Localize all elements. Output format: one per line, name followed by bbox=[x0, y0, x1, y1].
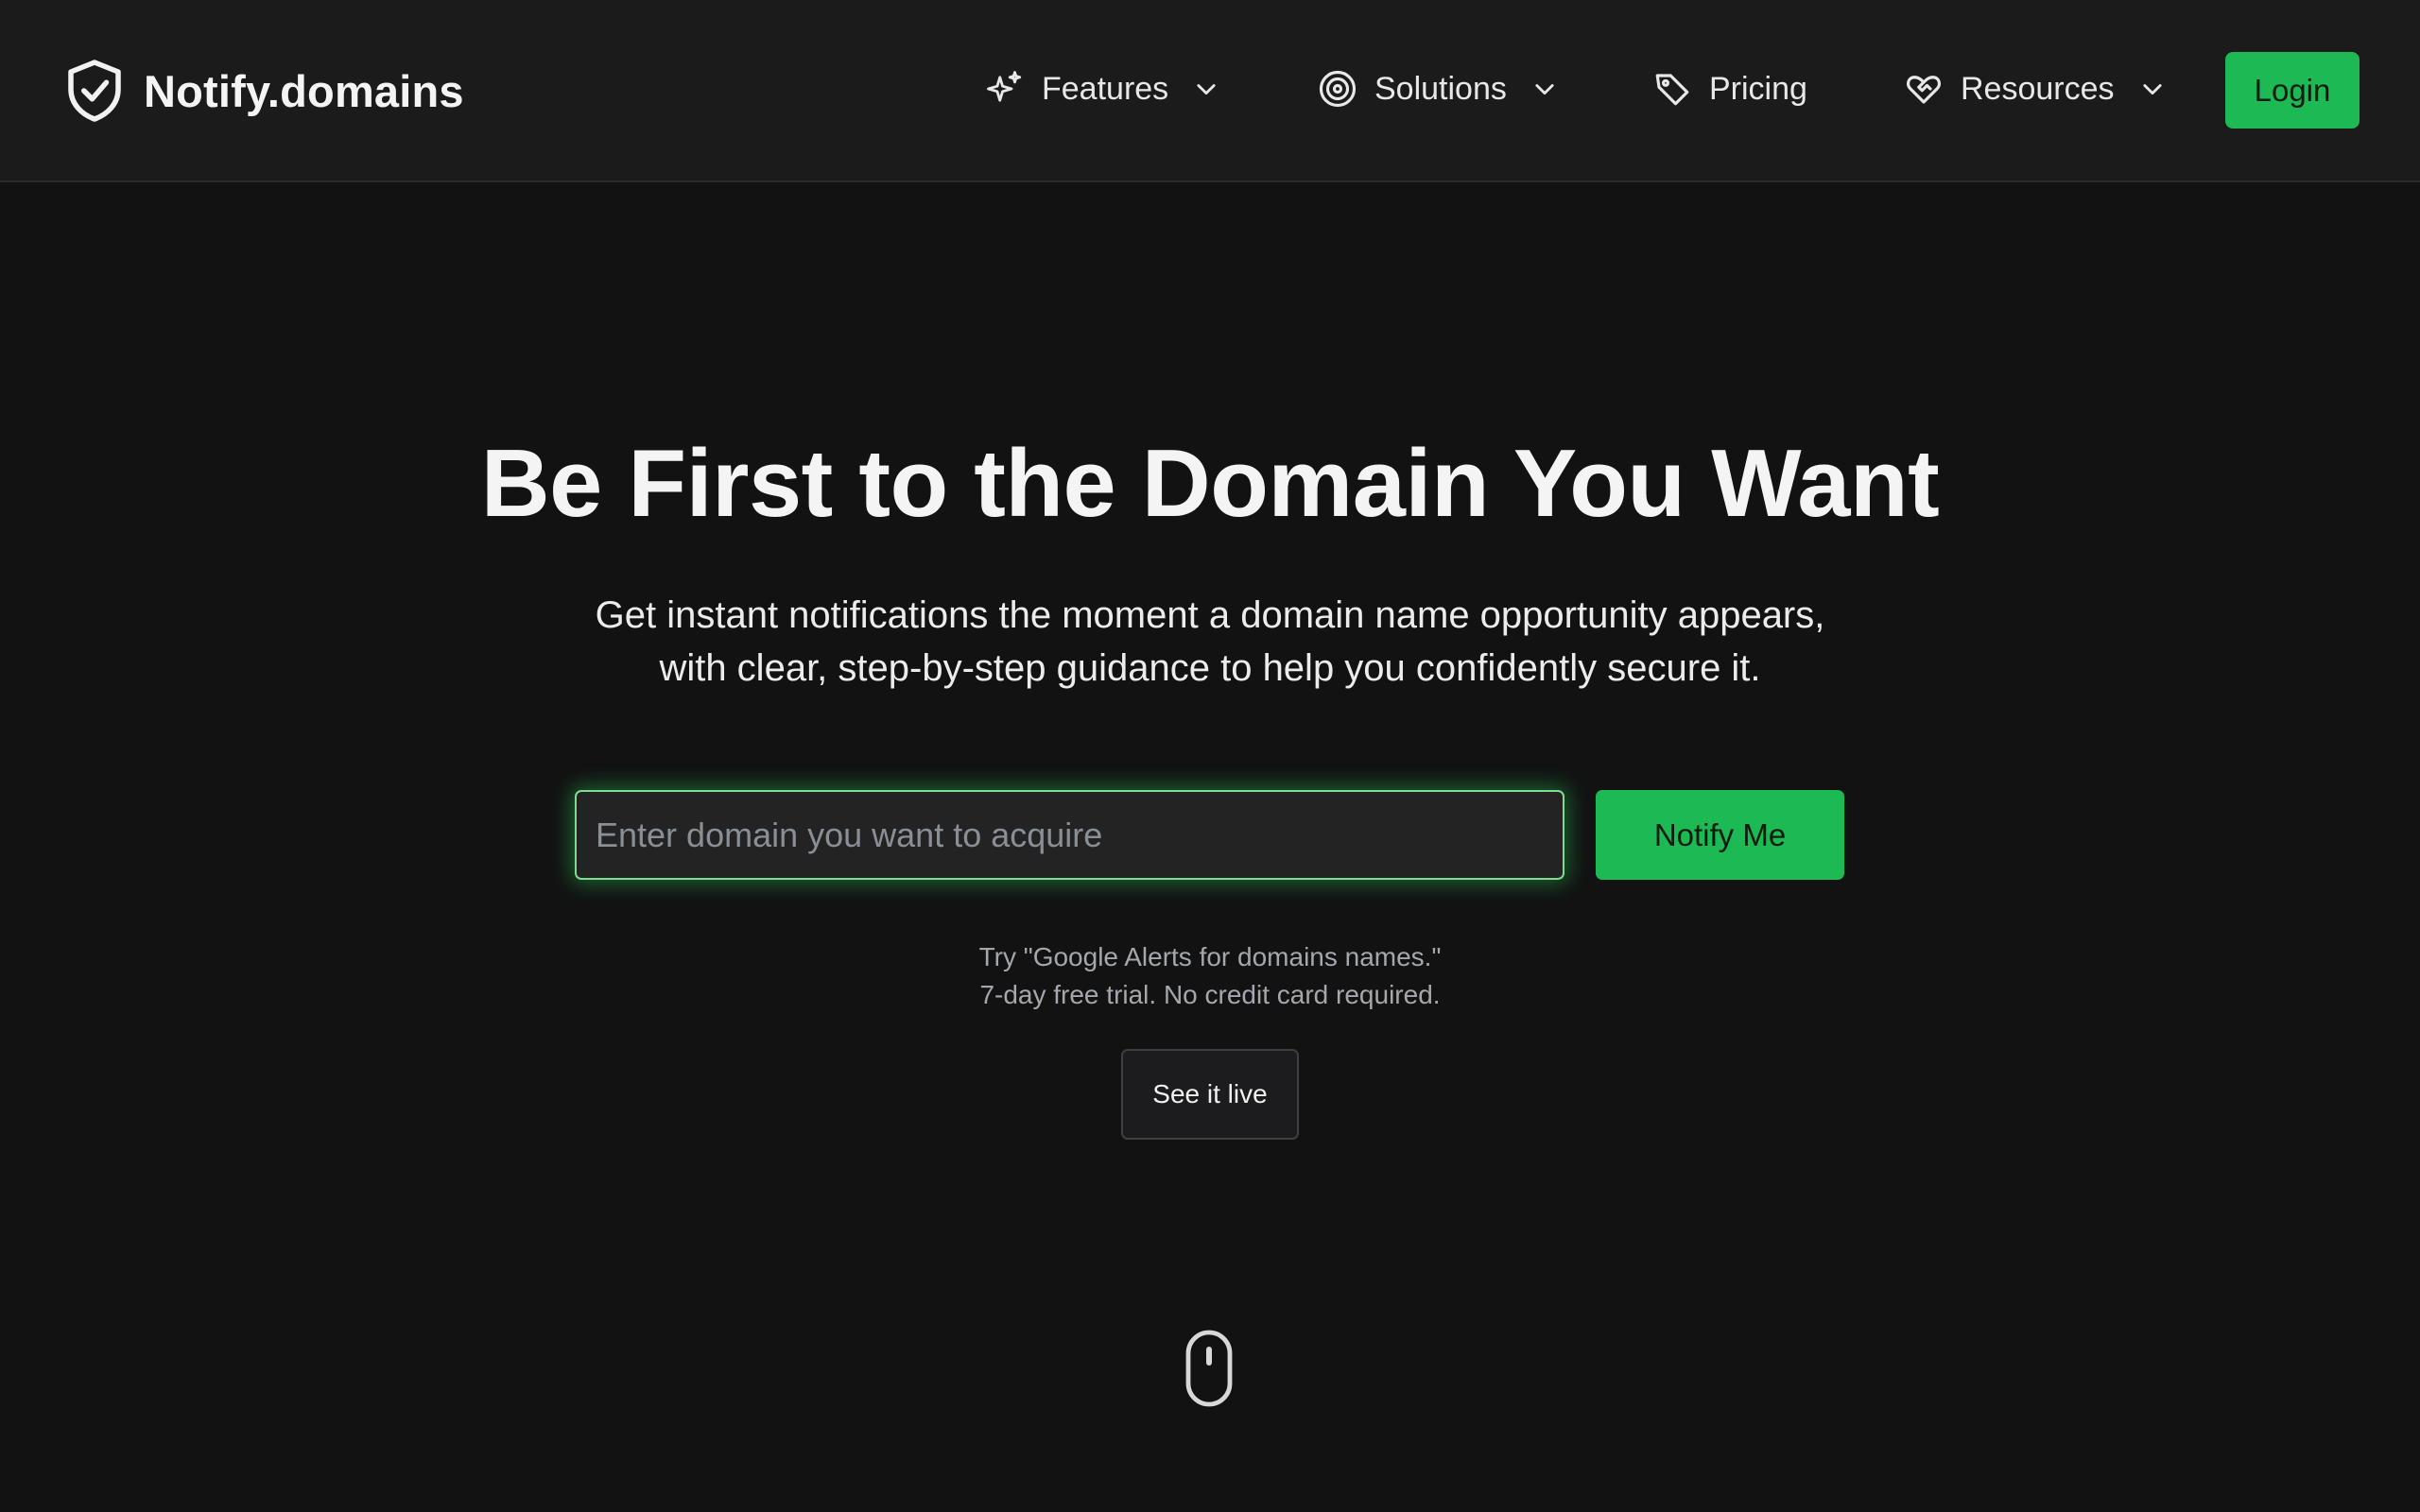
target-icon bbox=[1319, 70, 1357, 108]
nav-item-features[interactable]: Features bbox=[985, 60, 1219, 117]
see-it-live-button[interactable]: See it live bbox=[1121, 1049, 1299, 1140]
nav-item-label: Solutions bbox=[1374, 70, 1507, 107]
hero-title: Be First to the Domain You Want bbox=[480, 431, 1940, 537]
tag-icon bbox=[1655, 74, 1689, 106]
nav-item-label: Pricing bbox=[1709, 70, 1807, 107]
nav-item-resources[interactable]: Resources bbox=[1904, 60, 2166, 117]
nav-item-label: Features bbox=[1042, 70, 1169, 107]
login-button[interactable]: Login bbox=[2225, 52, 2360, 129]
tagline-line-1: Try "Google Alerts for domains names." bbox=[978, 942, 1442, 971]
tagline-line-2: 7-day free trial. No credit card require… bbox=[979, 980, 1441, 1009]
chevron-down-icon bbox=[1535, 84, 1554, 95]
navbar: Notify.domains Features Solutions Pricin… bbox=[0, 0, 2420, 182]
nav-item-label: Resources bbox=[1961, 70, 2115, 107]
nav-item-pricing[interactable]: Pricing bbox=[1652, 60, 1807, 117]
chevron-down-icon bbox=[2142, 84, 2162, 95]
sparkles-icon bbox=[987, 71, 1022, 102]
domain-search-input[interactable] bbox=[575, 790, 1564, 880]
brand-logo-link[interactable]: Notify.domains bbox=[66, 57, 464, 125]
shield-check-icon bbox=[68, 60, 121, 122]
mouse-icon[interactable] bbox=[1184, 1329, 1234, 1408]
brand-name: Notify.domains bbox=[144, 65, 464, 116]
hero-subtitle: Get instant notifications the moment a d… bbox=[548, 589, 1872, 695]
hero-subtitle-line-2: with clear, step-by-step guidance to hel… bbox=[659, 647, 1761, 689]
heart-handshake-icon bbox=[1907, 76, 1941, 104]
trial-tagline: Try "Google Alerts for domains names." 7… bbox=[0, 938, 2420, 1014]
nav-item-solutions[interactable]: Solutions bbox=[1318, 60, 1558, 117]
notify-me-button[interactable]: Notify Me bbox=[1596, 790, 1844, 880]
chevron-down-icon bbox=[1197, 84, 1216, 95]
hero-subtitle-line-1: Get instant notifications the moment a d… bbox=[595, 594, 1825, 636]
